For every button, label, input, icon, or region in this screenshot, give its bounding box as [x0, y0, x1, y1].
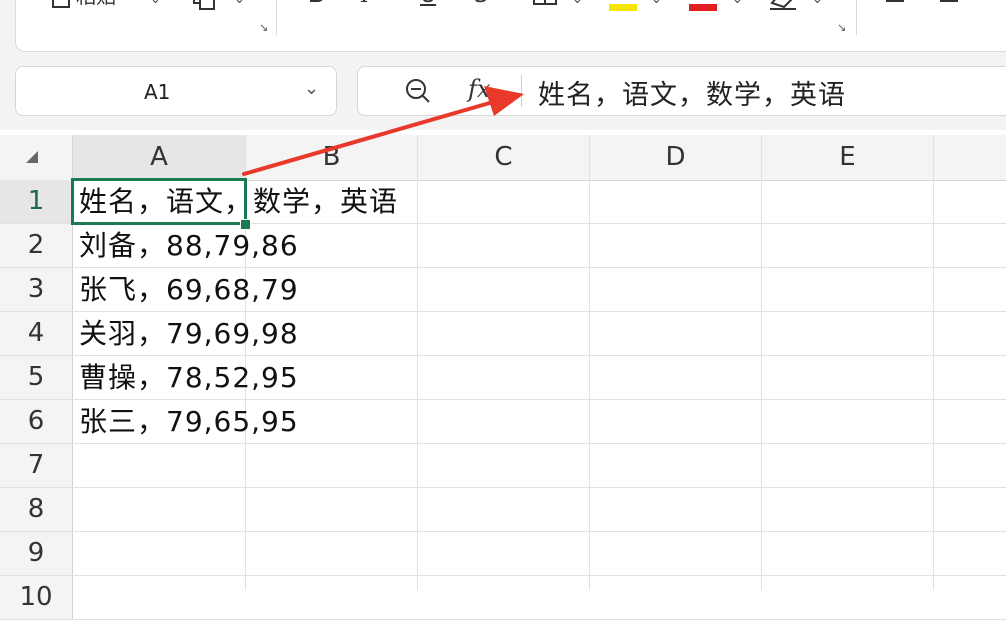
fx-icon[interactable]: fx	[468, 75, 490, 103]
format-painter-icon[interactable]	[192, 0, 216, 16]
chevron-down-icon[interactable]: ⌄	[732, 0, 743, 11]
column-header-e[interactable]: E	[762, 135, 934, 180]
font-color-icon[interactable]: A	[688, 0, 718, 20]
row-header[interactable]: 3	[0, 268, 73, 311]
column-header-c[interactable]: C	[418, 135, 590, 180]
cell-a2[interactable]: 刘备，88,79,86	[79, 224, 299, 267]
row-header[interactable]: 9	[0, 532, 73, 575]
chevron-down-icon[interactable]: ⌄	[651, 0, 662, 11]
row-header[interactable]: 1	[0, 180, 73, 223]
italic-icon[interactable]: I	[361, 0, 370, 7]
chevron-down-icon[interactable]: ⌄	[234, 0, 245, 11]
name-box[interactable]: A1 ⌄	[15, 66, 337, 116]
table-row: 4 关羽，79,69,98	[0, 312, 1006, 356]
select-all-corner[interactable]	[0, 135, 73, 180]
row-header[interactable]: 10	[0, 576, 73, 619]
table-row: 2 刘备，88,79,86	[0, 224, 1006, 268]
select-all-icon[interactable]	[26, 151, 38, 163]
table-row: 9	[0, 532, 1006, 576]
row-header[interactable]: 8	[0, 488, 73, 531]
table-row: 3 张飞，69,68,79	[0, 268, 1006, 312]
fill-handle[interactable]	[240, 219, 251, 230]
column-header-b[interactable]: B	[246, 135, 418, 180]
row-header[interactable]: 7	[0, 444, 73, 487]
fill-color-icon[interactable]	[608, 0, 638, 20]
ribbon-panel: 粘贴 ⌄ ⌄ ↘ B I U S ⌄ ⌄ A ⌄ ⌄ ↘	[15, 0, 1006, 52]
table-row: 8	[0, 488, 1006, 532]
zoom-out-icon[interactable]	[404, 77, 432, 105]
row-header[interactable]: 2	[0, 224, 73, 267]
table-row: 5 曹操，78,52,95	[0, 356, 1006, 400]
formula-separator	[521, 75, 522, 107]
cell-a5[interactable]: 曹操，78,52,95	[79, 356, 299, 399]
row-header[interactable]: 5	[0, 356, 73, 399]
table-row: 6 张三，79,65,95	[0, 400, 1006, 444]
column-header-a[interactable]: A	[73, 135, 246, 180]
dialog-launcher-icon[interactable]: ↘	[259, 21, 268, 34]
column-header-d[interactable]: D	[590, 135, 762, 180]
formula-bar[interactable]: fx 姓名，语文，数学，英语	[357, 66, 1006, 116]
chevron-down-icon[interactable]: ⌄	[304, 78, 319, 99]
dialog-launcher-icon[interactable]: ↘	[837, 21, 846, 34]
cell-a6[interactable]: 张三，79,65,95	[79, 400, 299, 443]
chevron-down-icon[interactable]: ⌄	[812, 0, 823, 11]
chevron-down-icon[interactable]: ⌄	[150, 0, 161, 11]
align-center-icon[interactable]	[938, 0, 960, 12]
borders-icon[interactable]	[532, 0, 558, 12]
cell-a3[interactable]: 张飞，69,68,79	[79, 268, 299, 311]
strikethrough-icon[interactable]: S	[474, 0, 488, 7]
row-header[interactable]: 6	[0, 400, 73, 443]
chevron-down-icon[interactable]: ⌄	[572, 0, 583, 11]
paste-label[interactable]: 粘贴	[76, 0, 116, 7]
bold-icon[interactable]: B	[308, 0, 325, 7]
cell-a4[interactable]: 关羽，79,69,98	[79, 312, 299, 355]
clipboard-icon[interactable]	[50, 0, 72, 14]
align-left-icon[interactable]	[884, 0, 906, 12]
cell-selection-outline	[71, 178, 247, 225]
clear-format-icon[interactable]	[768, 0, 798, 16]
column-header-row: A B C D E	[0, 135, 1006, 181]
table-row: 10	[0, 576, 1006, 620]
formula-input[interactable]: 姓名，语文，数学，英语	[538, 73, 846, 112]
ribbon: 粘贴 ⌄ ⌄ ↘ B I U S ⌄ ⌄ A ⌄ ⌄ ↘	[0, 0, 1006, 58]
row-header[interactable]: 4	[0, 312, 73, 355]
table-row: 7	[0, 444, 1006, 488]
underline-icon[interactable]: U	[420, 0, 436, 7]
svg-text:A: A	[695, 0, 706, 3]
name-box-value: A1	[144, 80, 171, 104]
